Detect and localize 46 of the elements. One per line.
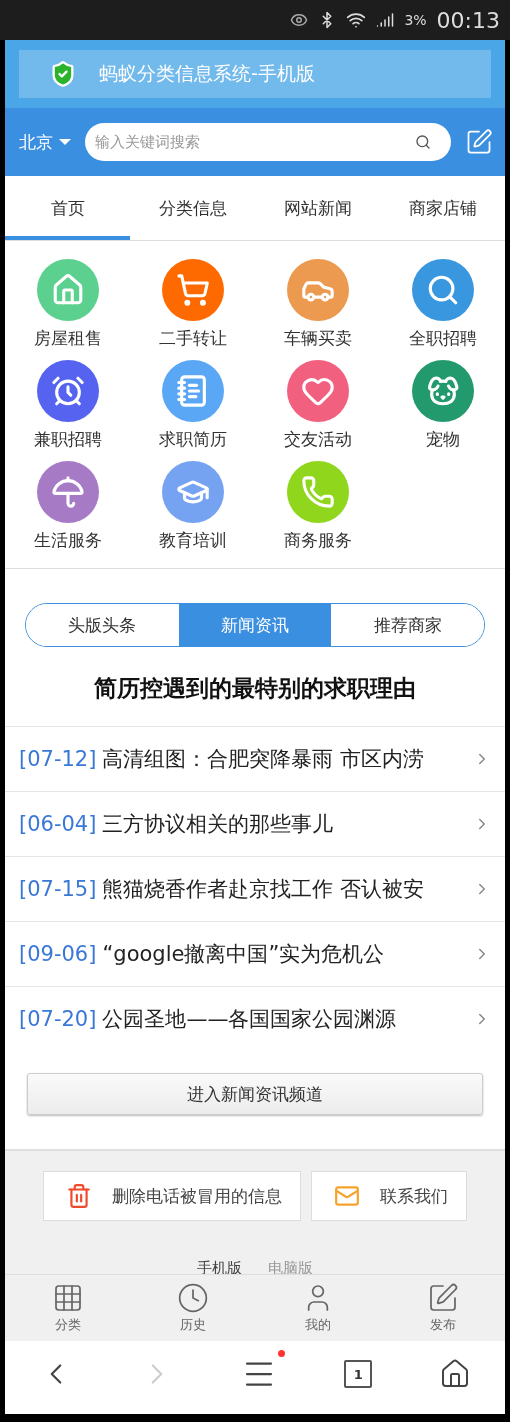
signal-icon <box>376 11 395 29</box>
caret-icon <box>59 139 71 145</box>
news-channel-button[interactable]: 进入新闻资讯频道 <box>27 1073 483 1115</box>
eye-icon <box>290 11 309 29</box>
footer-button[interactable]: 删除电话被冒用的信息 <box>43 1171 301 1221</box>
bottom-tab[interactable]: 发布 <box>380 1275 505 1341</box>
nav-tab[interactable]: 分类信息 <box>130 176 255 240</box>
nav-tab[interactable]: 网站新闻 <box>255 176 380 240</box>
category-item[interactable]: 宠物 <box>380 360 505 451</box>
category-item[interactable]: 全职招聘 <box>380 259 505 350</box>
bottom-tab[interactable]: 历史 <box>130 1275 255 1341</box>
category-item[interactable]: 房屋租售 <box>5 259 130 350</box>
category-item[interactable]: 求职简历 <box>130 360 255 451</box>
category-item[interactable]: 车辆买卖 <box>255 259 380 350</box>
news-date: [06-04] <box>19 812 97 836</box>
news-title[interactable]: 公园圣地——各国国家公园渊源 <box>102 1005 467 1033</box>
news-title[interactable]: 三方协议相关的那些事儿 <box>102 810 467 838</box>
footer-button[interactable]: 联系我们 <box>311 1171 467 1221</box>
wifi-icon <box>346 10 367 30</box>
news-date: [07-15] <box>19 877 97 901</box>
bottom-tab[interactable]: 分类 <box>5 1275 130 1341</box>
category-item[interactable]: 二手转让 <box>130 259 255 350</box>
search-field[interactable]: 输入关键词搜索 <box>85 123 451 161</box>
news-date: [07-20] <box>19 1007 97 1031</box>
envelope-icon <box>334 1183 360 1209</box>
category-item[interactable]: 教育培训 <box>130 461 255 552</box>
battery-level: 3% <box>404 12 427 28</box>
category-item[interactable]: 交友活动 <box>255 360 380 451</box>
trash-icon <box>66 1183 92 1209</box>
search-icon <box>415 134 431 150</box>
category-item[interactable]: 生活服务 <box>5 461 130 552</box>
category-item[interactable]: 商务服务 <box>255 461 380 552</box>
tabs-counter[interactable]: 1 <box>344 1360 373 1388</box>
clock-icon <box>176 1282 209 1314</box>
news-title[interactable]: “google撤离中国”实为危机公 <box>102 940 467 968</box>
clock-time: 00:13 <box>436 7 500 33</box>
headline: 简历控遇到的最特别的求职理由 <box>93 674 417 703</box>
news-date: [07-12] <box>19 747 97 771</box>
category-item[interactable]: 兼职招聘 <box>5 360 130 451</box>
news-date: [09-06] <box>19 942 97 966</box>
page-title: 蚂蚁分类信息系统-手机版 <box>99 61 315 86</box>
nav-tab[interactable]: 商家店铺 <box>380 176 505 240</box>
bottom-tab[interactable]: 我的 <box>255 1275 380 1341</box>
news-title[interactable]: 高清组图：合肥突降暴雨 市区内涝 <box>102 745 467 773</box>
news-title[interactable]: 熊猫烧香作者赴京找工作 否认被安 <box>102 875 467 903</box>
edit-icon[interactable] <box>465 128 493 156</box>
